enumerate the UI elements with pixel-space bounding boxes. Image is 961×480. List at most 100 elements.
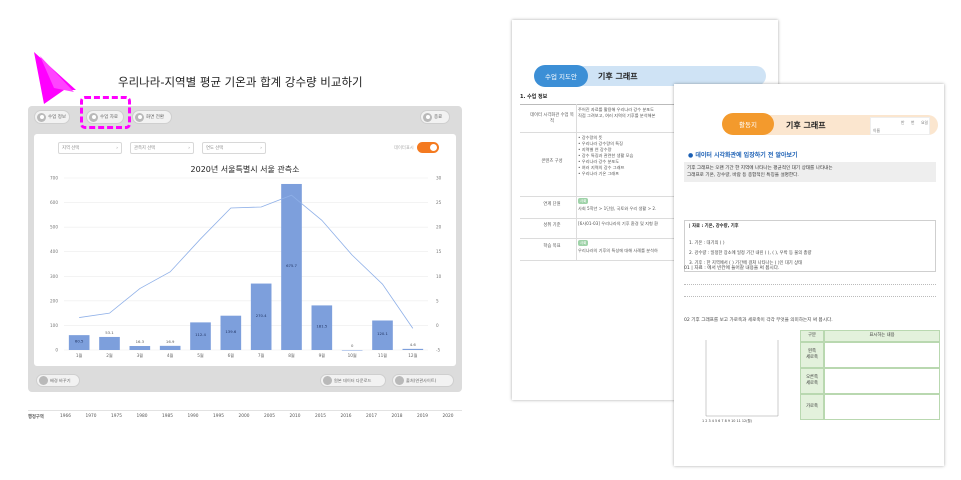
chevron-right-icon: › [116,145,118,151]
table-answer-cell[interactable] [824,342,940,368]
x-tick-label: 4월 [167,352,174,359]
year-strip: 행정구역 1966 1970 1975 1980 1985 1990 1995 2000 2005… [28,410,462,422]
table-row-label: 가로축 [800,394,824,420]
answer-line[interactable] [684,284,936,285]
x-tick-label: 9월 [319,352,326,359]
badge-row: 사회 [578,240,589,246]
y-right-tick-label: 15 [436,249,442,254]
answer-line[interactable] [684,296,936,297]
bar-value-label: 112.4 [195,332,206,337]
row-label: 학습 목표 [543,244,561,249]
station-select[interactable]: 관측지 선택 › [130,142,194,154]
row-label: 데이터 시각화관 수업 목적 [530,113,574,124]
table-column-divider [576,104,577,260]
bar [159,345,181,350]
year-tab[interactable]: 2017 [366,414,377,419]
year-tab[interactable]: 2015 [315,414,326,419]
section-heading: 1. 수업 정보 [520,94,548,100]
year-tab[interactable]: 1966 [60,414,71,419]
year-select[interactable]: 연도 선택 › [202,142,266,154]
y-left-tick-label: 200 [50,298,58,303]
doc-tag: 활동지 [722,113,774,135]
year-tab[interactable]: 1975 [111,414,122,419]
y-right-tick-label: 30 [436,176,442,181]
data-label-toggle-group: 데이터표시 [394,142,439,153]
worksheet-document: 활동지 기후 그래프 반 번 요일 이름 ● 데이터 시각화관에 입장하기 전 … [674,84,944,466]
bar-value-label: 675.7 [286,263,297,268]
y-left-tick-label: 0 [55,348,58,353]
screen-switch-button[interactable]: 화면 전환 [132,110,172,124]
intro-text: 기후 그래프는 오랜 기간 한 지역에 나타나는 평균적인 대기 상태를 나타내… [684,162,936,182]
table-answer-cell[interactable] [824,368,940,394]
year-tab[interactable]: 2016 [341,414,352,419]
year-tab[interactable]: 1995 [213,414,224,419]
table-header-cell: 표시하는 내용 [824,330,940,342]
x-tick-label: 8월 [288,352,295,359]
bar [129,345,151,350]
bar-value-label: 181.5 [316,324,327,329]
image-icon [39,376,48,385]
x-tick-label: 3월 [137,352,144,359]
y-left-tick-label: 100 [50,323,58,328]
region-select[interactable]: 지역 선택 › [58,142,122,154]
table-row-label: 왼쪽 세로축 [800,342,824,368]
x-tick-label: 2월 [106,352,113,359]
data-box: | 자료 : 기온, 강수량, 기후 1. 기온 : 대기의 ( ) 2. 강수… [684,220,936,272]
chart-panel: 지역 선택 › 관측지 선택 › 연도 선택 › 데이터표시 2020년 서울특별시 … [34,134,456,366]
y-left-tick-label: 500 [50,225,58,230]
download-data-button[interactable]: 원본 데이터 다운로드 [320,374,386,387]
subject-badge: 사회 [578,240,589,246]
year-tab[interactable]: 1990 [188,414,199,419]
year-tab[interactable]: 1970 [86,414,97,419]
year-tab[interactable]: 1980 [137,414,148,419]
y-left-tick-label: 300 [50,274,58,279]
row-text: [6사01-03] 우리나라의 기후 환경 및 지형 환 [578,221,659,226]
y-left-tick-label: 700 [50,176,58,181]
bar-value-label: 16.9 [166,339,175,344]
data-label-text: 데이터표시 [394,145,414,151]
name-field-box[interactable]: 반 번 요일 이름 [870,117,930,135]
x-tick-label: 1월 [76,352,83,359]
lesson-info-button[interactable]: 수업 정보 [34,110,70,124]
subject-badge: 사회 [578,198,589,204]
year-tab[interactable]: 2000 [239,414,250,419]
chevron-right-icon: › [260,145,262,151]
year-tab[interactable]: 2020 [443,414,454,419]
exit-button[interactable]: 종료 [420,110,450,124]
row-label: 연계 단원 [543,202,561,207]
table-row-label: 오른쪽 세로축 [800,368,824,394]
row-text: • 강수량의 뜻 • 우리나라 강수량의 특징 • 지역별 연 강수량 • 강수… [578,135,634,176]
year-tab[interactable]: 2019 [417,414,428,419]
year-strip-label: 행정구역 [28,415,44,420]
chevron-right-icon: › [188,145,190,151]
year-tab[interactable]: 1985 [162,414,173,419]
row-text: 사회 5학년 > 1단원, 국토와 우리 생활 > 2. [578,206,657,211]
source-link-button[interactable]: 출처(연관사이트) [392,374,454,387]
question-02: 02 기후 그래프를 보고 가로축과 세로축이 각각 무엇을 의미하는지 써 봅… [684,318,833,323]
mini-graph-axis-label: 1 2 3 4 5 6 7 8 9 10 11 12(월) [702,419,752,423]
bar-value-label: 270.4 [256,313,267,318]
table-header-cell: 구분 [800,330,824,342]
change-background-button[interactable]: 배경 바꾸기 [36,374,80,387]
data-label-toggle[interactable] [416,142,439,153]
doc-title: 기후 그래프 [598,72,638,81]
year-tab[interactable]: 2018 [392,414,403,419]
bar [402,348,424,350]
y-left-tick-label: 400 [50,249,58,254]
intro-heading: ● 데이터 시각화관에 입장하기 전 알아보기 [688,152,798,159]
year-tab[interactable]: 2010 [290,414,301,419]
y-right-tick-label: 0 [436,323,439,328]
bar-value-label: 139.6 [225,329,236,334]
data-item: 1. 기온 : 대기의 ( ) [689,241,725,246]
row-text: 우리나라의 기후의 특성에 대해 사례를 분석하 [578,248,658,253]
year-tab[interactable]: 2005 [264,414,275,419]
bar-value-label: 60.5 [75,339,84,344]
x-tick-label: 12월 [408,352,417,359]
pointer-arrow-icon [34,52,76,104]
doc-title: 기후 그래프 [786,121,826,130]
y-right-tick-label: 20 [436,225,442,230]
table-answer-cell[interactable] [824,394,940,420]
app-title: 우리나라-지역별 평균 기온과 합계 강수량 비교하기 [118,75,363,89]
info-icon [37,112,46,122]
bar-value-label: 4.6 [410,342,417,347]
